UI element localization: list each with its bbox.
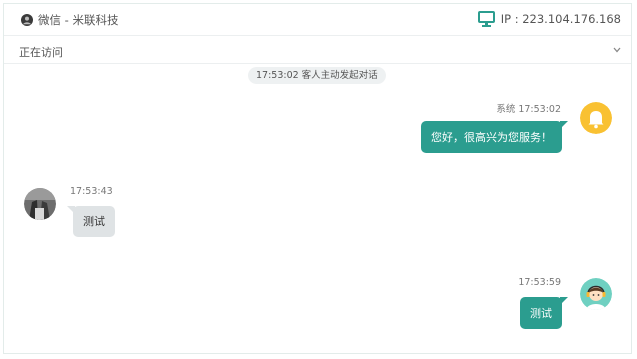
- channel-title: 微信 - 米联科技: [38, 13, 119, 27]
- message-text: 测试: [530, 306, 552, 320]
- visit-status: 正在访问: [19, 46, 63, 59]
- visitor-ip: IP : 223.104.176.168: [477, 11, 621, 27]
- visit-status-bar[interactable]: 正在访问: [4, 37, 631, 64]
- message-meta: 17:53:43: [70, 186, 113, 197]
- chat-window: 微信 - 米联科技 IP : 223.104.176.168 正在访问 17:5…: [3, 3, 632, 354]
- system-notice: 17:53:02 客人主动发起对话: [248, 67, 386, 84]
- message-meta: 系统 17:53:02: [496, 104, 561, 115]
- monitor-icon: [477, 11, 495, 27]
- chevron-down-icon[interactable]: [613, 47, 621, 53]
- channel-info: 微信 - 米联科技: [21, 12, 118, 28]
- message-bubble: 您好，很高兴为您服务！: [421, 121, 568, 153]
- message-bubble: 测试: [67, 206, 115, 237]
- wechat-avatar-icon: [21, 14, 33, 26]
- message-text: 测试: [83, 215, 105, 228]
- message-bubble: 测试: [520, 297, 568, 329]
- bell-icon: [580, 102, 612, 134]
- guest-avatar: [24, 188, 56, 220]
- agent-avatar: [580, 278, 612, 310]
- chat-header: 微信 - 米联科技 IP : 223.104.176.168: [4, 4, 631, 36]
- ip-address: IP : 223.104.176.168: [500, 12, 621, 26]
- message-meta: 17:53:59: [518, 277, 561, 288]
- message-text: 您好，很高兴为您服务！: [431, 130, 552, 144]
